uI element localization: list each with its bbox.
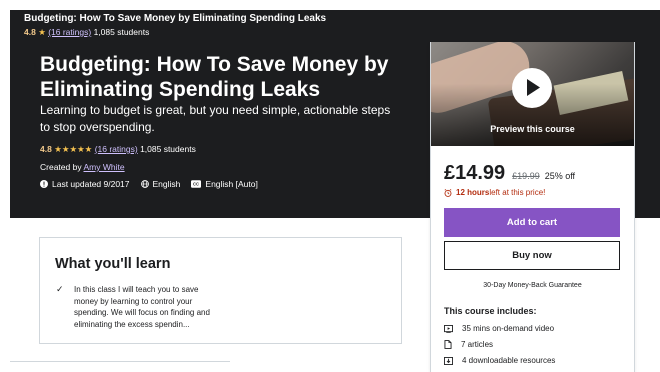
sticky-rating-row: 4.8 ★ (16 ratings) 1,085 students (24, 27, 149, 38)
sticky-rating-value: 4.8 (24, 27, 36, 37)
course-subtitle: Learning to budget is great, but you nee… (40, 103, 391, 134)
current-price: £14.99 (444, 162, 506, 184)
play-icon (527, 79, 540, 96)
preview-label: Preview this course (490, 124, 575, 134)
last-updated-text: Last updated 9/2017 (52, 179, 130, 189)
include-item-video: 35 mins on-demand video (444, 324, 554, 333)
video-icon (444, 324, 453, 333)
course-captions: CC English [Auto] (191, 179, 258, 189)
learn-item: In this class I will teach you to save m… (74, 285, 210, 329)
buy-now-button[interactable]: Buy now (444, 241, 620, 270)
sticky-ratings-link[interactable]: (16 ratings) (48, 27, 91, 37)
section-divider (10, 361, 230, 362)
students-count: 1,085 students (140, 144, 196, 154)
created-by-row: Created by Amy White (40, 162, 125, 172)
author-link[interactable]: Amy White (84, 162, 125, 172)
globe-icon (140, 180, 149, 188)
rating-stars-icon: ★★★★★ (54, 144, 93, 154)
alert-badge-icon (40, 180, 48, 188)
discount-timer: 12 hours left at this price! (444, 188, 545, 197)
timer-text: left at this price! (489, 188, 546, 197)
course-rating-row: 4.8 ★★★★★ (16 ratings) 1,085 students (40, 144, 196, 155)
ratings-link[interactable]: (16 ratings) (95, 144, 138, 154)
include-label: 35 mins on-demand video (462, 324, 555, 333)
language-text: English (152, 179, 181, 189)
sticky-course-header: Budgeting: How To Save Money by Eliminat… (10, 10, 660, 42)
course-title: Budgeting: How To Save Money by Eliminat… (40, 53, 389, 101)
course-language: English (140, 179, 181, 189)
include-label: 4 downloadable resources (462, 356, 556, 365)
includes-title: This course includes: (444, 306, 537, 316)
last-updated: Last updated 9/2017 (40, 179, 130, 189)
discount-percent: 25% off (544, 171, 576, 181)
captions-text: English [Auto] (205, 179, 258, 189)
play-button[interactable] (512, 68, 552, 108)
course-meta-row: Last updated 9/2017 English CC English [… (40, 179, 269, 189)
course-preview-video[interactable]: Preview this course (431, 42, 634, 146)
sticky-course-title: Budgeting: How To Save Money by Eliminat… (24, 13, 327, 24)
checkmark-icon: ✓ (56, 284, 64, 294)
add-to-cart-button[interactable]: Add to cart (444, 208, 620, 237)
timer-hours: 12 hours (456, 188, 490, 197)
include-label: 7 articles (461, 340, 494, 349)
sticky-students-count: 1,085 students (93, 27, 150, 37)
svg-text:CC: CC (193, 182, 199, 187)
price-row: £14.99 £19.99 25% off (444, 162, 575, 185)
what-youll-learn-box: What you'll learn ✓ In this class I will… (39, 237, 402, 344)
money-back-guarantee: 30-Day Money-Back Guarantee (483, 282, 582, 289)
include-item-resources: 4 downloadable resources (444, 356, 555, 365)
alarm-clock-icon (444, 188, 452, 197)
rating-value: 4.8 (40, 144, 52, 154)
include-item-articles: 7 articles (444, 340, 493, 349)
star-icon: ★ (38, 27, 46, 37)
closed-captions-icon: CC (191, 180, 202, 188)
download-icon (444, 356, 453, 365)
original-price: £19.99 (512, 171, 540, 181)
article-icon (444, 340, 452, 349)
purchase-sidebar: Preview this course £14.99 £19.99 25% of… (430, 42, 635, 372)
created-by-label: Created by (40, 162, 82, 172)
learn-section-title: What you'll learn (55, 256, 171, 272)
